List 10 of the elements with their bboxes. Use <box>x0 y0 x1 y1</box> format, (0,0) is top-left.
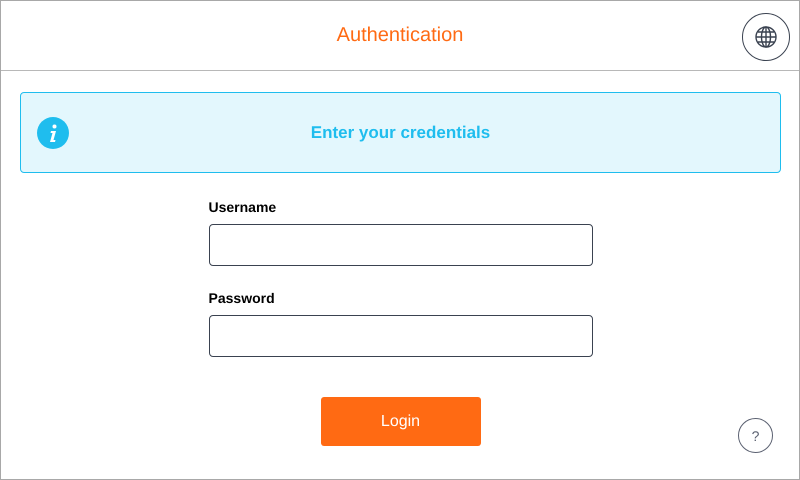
language-button[interactable] <box>742 13 790 61</box>
input-field[interactable] <box>208 315 592 357</box>
field-label: Password <box>208 290 276 306</box>
globe-icon <box>754 25 778 49</box>
input-field[interactable] <box>208 224 592 266</box>
info-icon <box>37 117 69 149</box>
info-message: Enter your credentials <box>310 122 490 142</box>
page-title: Authentication <box>336 24 464 47</box>
field-label: Username <box>208 199 278 215</box>
help-button[interactable]: ? <box>738 418 773 453</box>
